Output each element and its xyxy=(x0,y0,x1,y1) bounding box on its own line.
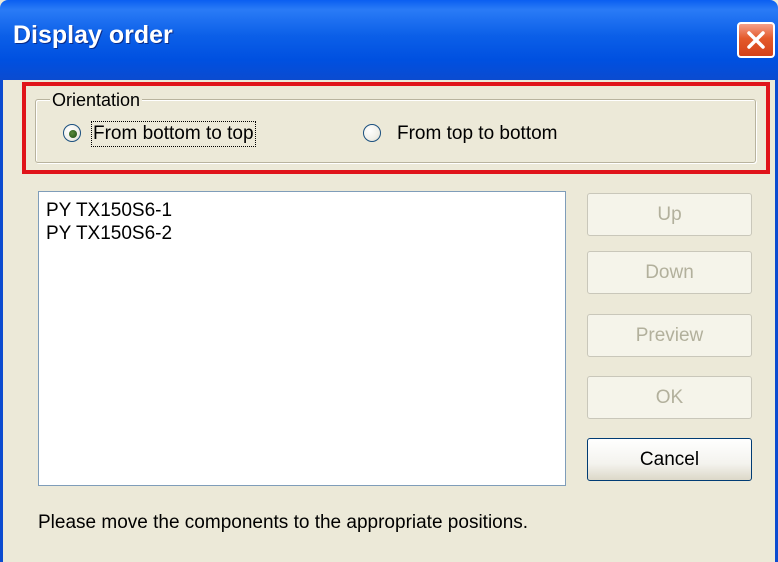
highlight-box xyxy=(22,82,770,174)
close-button[interactable] xyxy=(737,22,775,58)
components-listbox[interactable]: PY TX150S6-1 PY TX150S6-2 xyxy=(38,191,566,486)
up-button[interactable]: Up xyxy=(587,193,752,236)
window-title: Display order xyxy=(13,21,173,49)
preview-button[interactable]: Preview xyxy=(587,314,752,357)
dialog-window: Display order Orientation From bottom to… xyxy=(0,0,778,562)
down-button[interactable]: Down xyxy=(587,251,752,294)
list-item[interactable]: PY TX150S6-1 xyxy=(46,200,172,222)
close-x-icon xyxy=(747,31,765,49)
cancel-button[interactable]: Cancel xyxy=(587,438,752,481)
window-border-left xyxy=(0,80,3,562)
status-message: Please move the components to the approp… xyxy=(38,512,529,533)
title-bar[interactable]: Display order xyxy=(0,0,778,80)
list-item[interactable]: PY TX150S6-2 xyxy=(46,223,172,245)
ok-button[interactable]: OK xyxy=(587,376,752,419)
